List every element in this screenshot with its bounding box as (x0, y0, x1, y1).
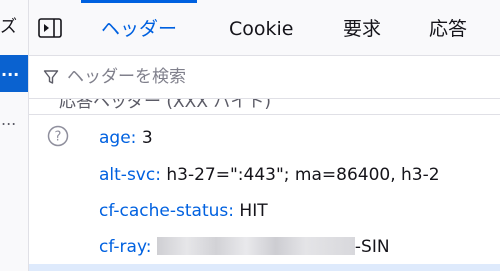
header-name: cf-cache-status (99, 201, 229, 221)
tab-request[interactable]: 要求 (343, 0, 381, 55)
header-row[interactable]: alt-svc: h3-27=":443"; ma=86400, h3-2 (99, 165, 440, 185)
tab-cookies[interactable]: Cookie (229, 0, 294, 55)
response-headers-section-title[interactable]: 応答ヘッダー (XXX バイト) (59, 99, 359, 109)
details-tabbar: ヘッダー Cookie 要求 応答 (29, 0, 500, 56)
header-row[interactable]: cf-ray: -SIN (99, 237, 390, 257)
header-row[interactable]: cf-cache-status: HIT (99, 201, 268, 221)
redacted-value (156, 237, 355, 255)
header-value: -SIN (354, 237, 390, 257)
header-value: 3 (141, 128, 153, 148)
header-row[interactable]: age: 3 (99, 128, 153, 148)
tab-headers[interactable]: ヘッダー (80, 0, 198, 55)
tab-response[interactable]: 応答 (429, 0, 467, 55)
section-divider (29, 114, 500, 115)
request-list-panel: ズ ... ... (0, 0, 29, 271)
header-value: h3-27=":443"; ma=86400, h3-2 (166, 165, 440, 185)
selected-request-row[interactable]: ... (0, 55, 28, 92)
request-row[interactable]: ... (1, 110, 16, 129)
header-name: cf-ray (99, 237, 146, 257)
header-name: age (99, 128, 131, 148)
question-circle-icon[interactable]: ? (47, 125, 69, 147)
filter-icon (43, 70, 59, 84)
headers-panel: 応答ヘッダー (XXX バイト) ? age: 3 alt-svc: h3-27… (29, 99, 500, 271)
column-header-fragment: ズ (0, 17, 17, 37)
selected-row-highlight (29, 264, 500, 271)
filter-bar (29, 56, 500, 99)
filter-headers-input[interactable] (67, 62, 487, 92)
header-value: HIT (239, 201, 268, 221)
sidebar-toggle-icon[interactable] (38, 18, 62, 38)
header-name: alt-svc (99, 165, 156, 185)
svg-text:?: ? (55, 130, 62, 145)
selected-request-text: ... (1, 61, 20, 80)
